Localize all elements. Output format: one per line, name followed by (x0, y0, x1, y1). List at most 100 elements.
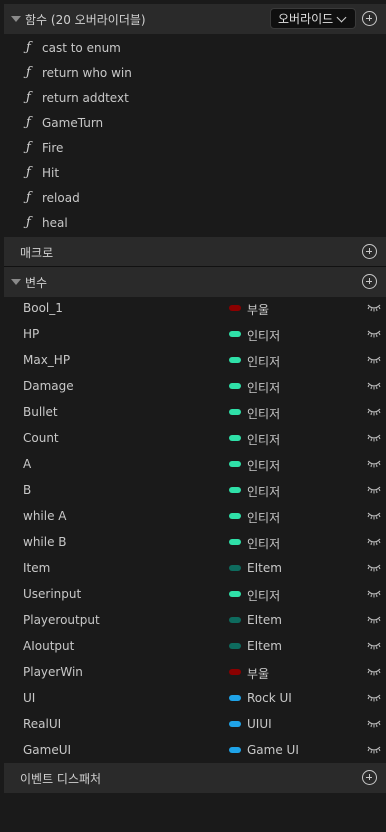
collapse-arrow-icon[interactable] (11, 16, 21, 22)
variable-type-pill-icon[interactable] (229, 409, 241, 415)
eye-closed-icon[interactable] (367, 613, 381, 625)
variable-type-label[interactable]: 인티저 (247, 379, 280, 396)
variable-type-label[interactable]: 인티저 (247, 327, 280, 344)
variable-name: Count (23, 431, 59, 445)
variable-item[interactable]: Userinput 인티저 (4, 581, 386, 607)
variable-item[interactable]: Item EItem (4, 555, 386, 581)
variable-type-label[interactable]: EItem (247, 639, 282, 653)
variable-type-label[interactable]: 인티저 (247, 353, 280, 370)
variable-item[interactable]: Damage 인티저 (4, 373, 386, 399)
variable-item[interactable]: AIoutput EItem (4, 633, 386, 659)
collapse-arrow-icon[interactable] (11, 279, 21, 285)
function-item[interactable]: ƒ cast to enum (4, 35, 386, 60)
variable-item[interactable]: A 인티저 (4, 451, 386, 477)
eye-closed-icon[interactable] (367, 379, 381, 391)
eye-closed-icon[interactable] (367, 483, 381, 495)
variable-item[interactable]: PlayerWin 부울 (4, 659, 386, 685)
variable-item[interactable]: while A 인티저 (4, 503, 386, 529)
eye-closed-icon[interactable] (367, 509, 381, 521)
variable-item[interactable]: HP 인티저 (4, 321, 386, 347)
variable-type-pill-icon[interactable] (229, 461, 241, 467)
add-function-icon[interactable] (362, 11, 377, 26)
variable-type-pill-icon[interactable] (229, 747, 241, 753)
variable-type-pill-icon[interactable] (229, 721, 241, 727)
variable-type-label[interactable]: EItem (247, 561, 282, 575)
variable-item[interactable]: UI Rock UI (4, 685, 386, 711)
variable-type-label[interactable]: UIUI (247, 717, 272, 731)
eye-closed-icon[interactable] (367, 665, 381, 677)
variable-item[interactable]: Bullet 인티저 (4, 399, 386, 425)
variable-type-label[interactable]: 인티저 (247, 405, 280, 422)
variable-item[interactable]: GameUI Game UI (4, 737, 386, 763)
variable-item[interactable]: RealUI UIUI (4, 711, 386, 737)
variable-type-label[interactable]: 부울 (247, 665, 269, 682)
variable-type-label[interactable]: 부울 (247, 301, 269, 318)
variable-type-pill-icon[interactable] (229, 331, 241, 337)
variable-type-pill-icon[interactable] (229, 487, 241, 493)
variable-type-label[interactable]: 인티저 (247, 509, 280, 526)
function-item[interactable]: ƒ GameTurn (4, 110, 386, 135)
variable-type-label[interactable]: 인티저 (247, 587, 280, 604)
variable-type-pill-icon[interactable] (229, 513, 241, 519)
variable-type-label[interactable]: 인티저 (247, 483, 280, 500)
add-variable-icon[interactable] (362, 274, 377, 289)
variable-item[interactable]: while B 인티저 (4, 529, 386, 555)
eye-closed-icon[interactable] (367, 405, 381, 417)
variable-type-label[interactable]: EItem (247, 613, 282, 627)
eye-closed-icon[interactable] (367, 457, 381, 469)
eye-closed-icon[interactable] (367, 717, 381, 729)
functions-section-header[interactable]: 함수 (20 오버라이더블) 오버라이드 (4, 4, 386, 34)
function-item[interactable]: ƒ Hit (4, 160, 386, 185)
function-icon: ƒ (26, 190, 31, 205)
variable-type-label[interactable]: Game UI (247, 743, 299, 757)
override-dropdown[interactable]: 오버라이드 (270, 8, 356, 29)
eye-closed-icon[interactable] (367, 587, 381, 599)
eye-closed-icon[interactable] (367, 327, 381, 339)
eye-closed-icon[interactable] (367, 431, 381, 443)
add-macro-icon[interactable] (362, 244, 377, 259)
variable-type-pill-icon[interactable] (229, 539, 241, 545)
variables-section-title: 변수 (25, 275, 48, 290)
variable-type-label[interactable]: 인티저 (247, 535, 280, 552)
variable-type-label[interactable]: 인티저 (247, 431, 280, 448)
eye-closed-icon[interactable] (367, 561, 381, 573)
variable-type-pill-icon[interactable] (229, 591, 241, 597)
variables-section-header[interactable]: 변수 (4, 267, 386, 297)
variable-type-pill-icon[interactable] (229, 565, 241, 571)
variable-type-pill-icon[interactable] (229, 669, 241, 675)
variable-name: Bullet (23, 405, 58, 419)
eye-closed-icon[interactable] (367, 743, 381, 755)
variable-type-pill-icon[interactable] (229, 695, 241, 701)
variable-item[interactable]: B 인티저 (4, 477, 386, 503)
variable-item[interactable]: Count 인티저 (4, 425, 386, 451)
variable-item[interactable]: Bool_1 부울 (4, 295, 386, 321)
event-dispatchers-section-header[interactable]: 이벤트 디스패처 (4, 763, 386, 793)
variable-item[interactable]: Playeroutput EItem (4, 607, 386, 633)
eye-closed-icon[interactable] (367, 691, 381, 703)
variable-type-pill-icon[interactable] (229, 305, 241, 311)
variable-name: A (23, 457, 32, 471)
function-item[interactable]: ƒ heal (4, 210, 386, 235)
add-event-dispatcher-icon[interactable] (362, 770, 377, 785)
eye-closed-icon[interactable] (367, 353, 381, 365)
variable-type-pill-icon[interactable] (229, 357, 241, 363)
chevron-down-icon (336, 12, 347, 23)
function-item[interactable]: ƒ return who win (4, 60, 386, 85)
variable-name: PlayerWin (23, 665, 83, 679)
macros-section-header[interactable]: 매크로 (4, 237, 386, 267)
function-item[interactable]: ƒ reload (4, 185, 386, 210)
variable-type-label[interactable]: Rock UI (247, 691, 292, 705)
variable-item[interactable]: Max_HP 인티저 (4, 347, 386, 373)
variable-type-pill-icon[interactable] (229, 435, 241, 441)
variable-type-pill-icon[interactable] (229, 383, 241, 389)
eye-closed-icon[interactable] (367, 639, 381, 651)
function-item[interactable]: ƒ Fire (4, 135, 386, 160)
variable-type-pill-icon[interactable] (229, 617, 241, 623)
eye-closed-icon[interactable] (367, 535, 381, 547)
function-label: Fire (42, 140, 64, 155)
function-item[interactable]: ƒ return addtext (4, 85, 386, 110)
function-label: reload (42, 190, 80, 205)
variable-type-pill-icon[interactable] (229, 643, 241, 649)
variable-type-label[interactable]: 인티저 (247, 457, 280, 474)
eye-closed-icon[interactable] (367, 301, 381, 313)
